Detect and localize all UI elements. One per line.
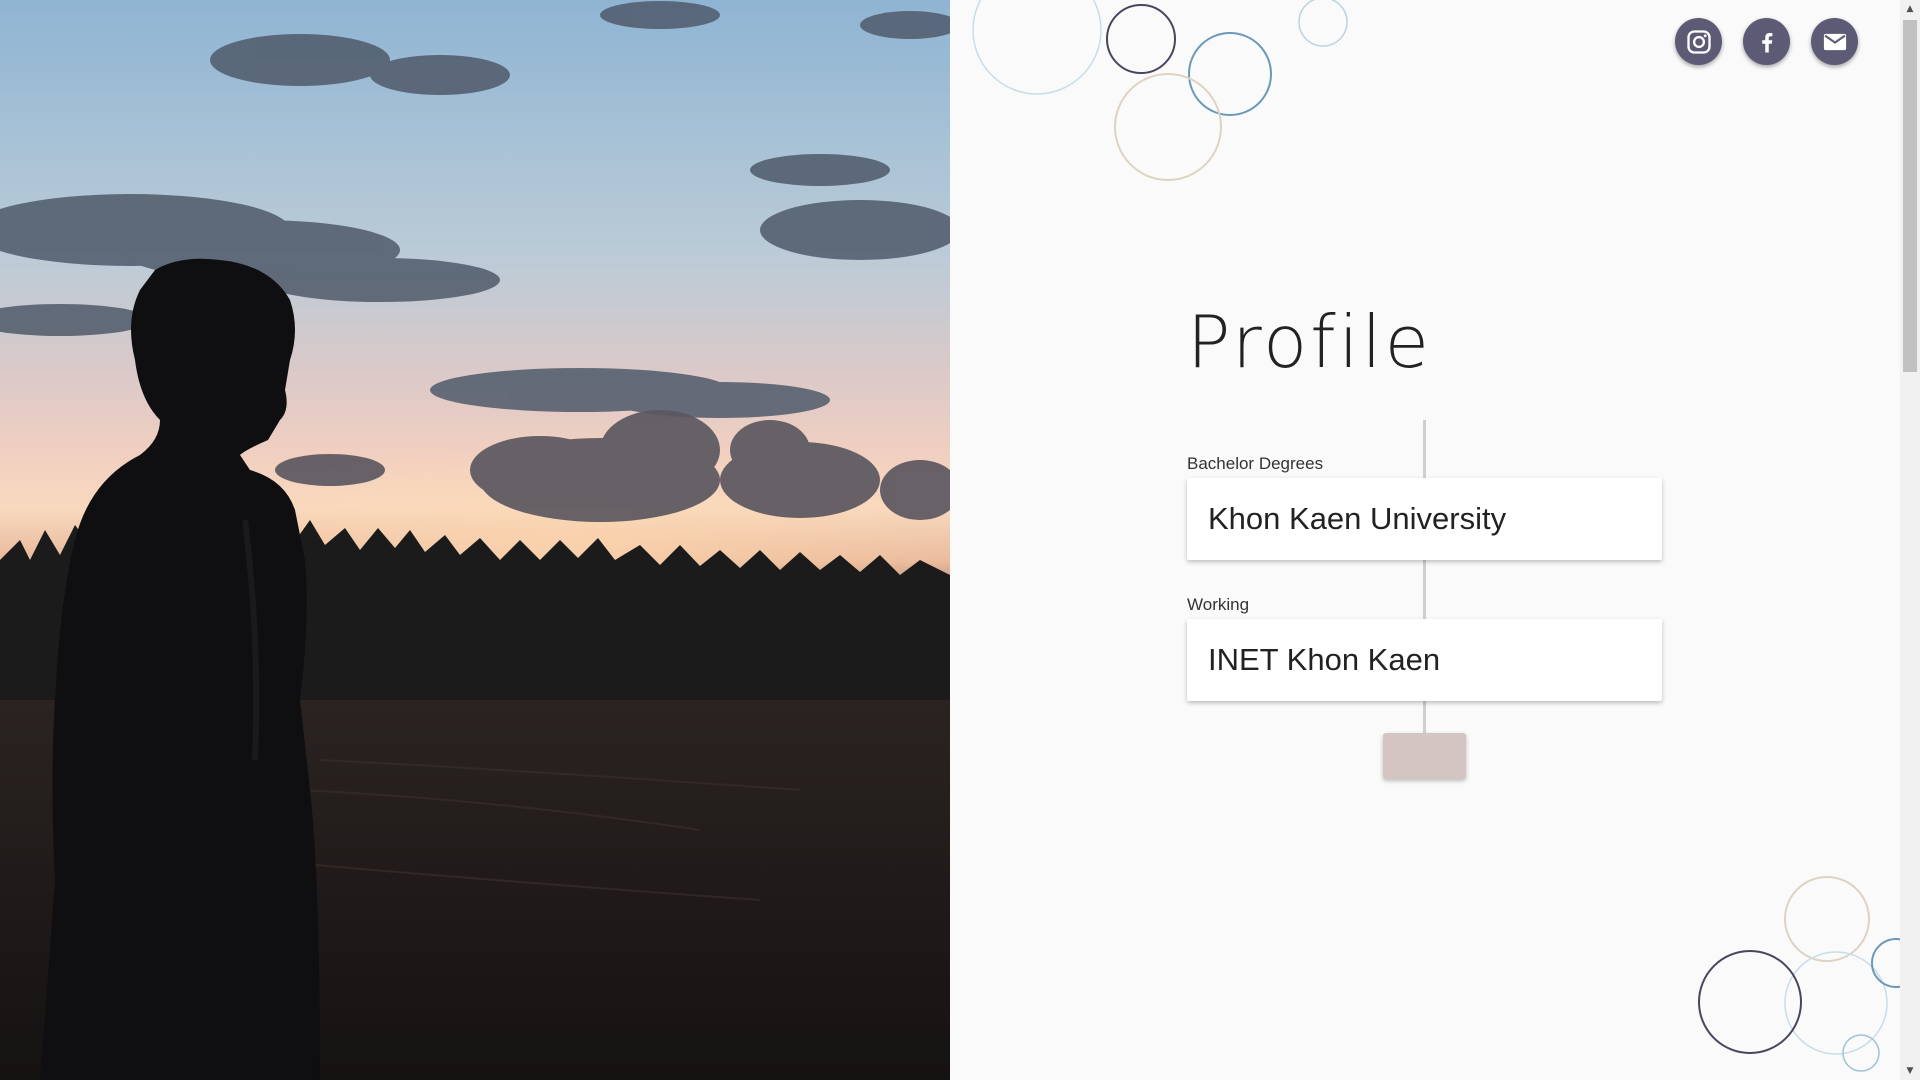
social-links: [1675, 18, 1858, 65]
instagram-icon: [1686, 29, 1711, 54]
entry-label-working: Working: [1187, 595, 1250, 614]
mail-icon: [1823, 33, 1846, 50]
scroll-down-arrow-icon[interactable]: ▼: [1900, 1062, 1920, 1080]
email-button[interactable]: [1811, 18, 1858, 65]
page: Profile Bachelor Degrees Khon Kaen Unive…: [0, 0, 1920, 1080]
facebook-icon: [1761, 32, 1772, 52]
entry-card-education: Khon Kaen University: [1187, 478, 1662, 560]
entry-label-education: Bachelor Degrees: [1187, 454, 1324, 473]
scroll-thumb[interactable]: [1903, 20, 1917, 372]
page-title: Profile: [1187, 300, 1432, 384]
scroll-up-arrow-icon[interactable]: ▲: [1900, 0, 1920, 18]
facebook-button[interactable]: [1743, 18, 1790, 65]
timeline-end-button[interactable]: [1383, 733, 1466, 779]
photo-scene: [0, 1, 950, 1080]
profile-panel: Profile Bachelor Degrees Khon Kaen Unive…: [950, 0, 1900, 1080]
instagram-button[interactable]: [1675, 18, 1722, 65]
sunset-silhouette-photo: [0, 0, 950, 1080]
entry-card-working: INET Khon Kaen: [1187, 619, 1662, 701]
scrollbar[interactable]: ▲ ▼: [1900, 0, 1920, 1080]
